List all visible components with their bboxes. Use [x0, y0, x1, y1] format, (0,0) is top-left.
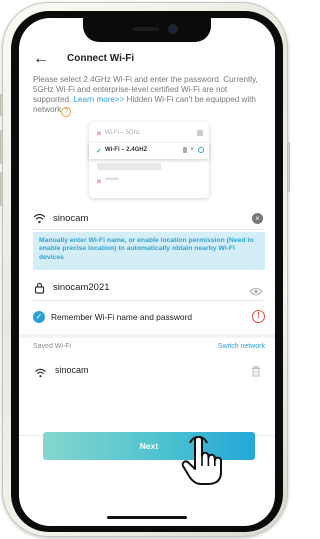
notch [83, 18, 211, 42]
placeholder-bar [97, 163, 161, 170]
password-value[interactable]: sinocam2021 [53, 282, 110, 293]
remember-label[interactable]: Remember Wi-Fi name and password [51, 312, 192, 322]
lock-icon [34, 282, 45, 294]
volume-up-button [0, 130, 3, 164]
lock-icon [183, 147, 187, 153]
wifi-icon [34, 365, 47, 383]
wifi-selection-illustration: ✕ Wi-Fi – 5Ghz ✓ Wi-Fi – 2.4GHZ ▼ ✕ ****… [89, 122, 209, 198]
arrow-left-icon[interactable]: ← [33, 51, 49, 67]
info-icon [198, 147, 204, 153]
page-title: Connect Wi-Fi [67, 53, 135, 64]
grid-icon [197, 130, 203, 136]
illustration-row-label: ****** [105, 178, 120, 184]
wifi-name-value[interactable]: sinocam [53, 213, 88, 224]
illustration-row-hidden: ✕ ****** [89, 174, 209, 190]
volume-down-button [0, 172, 3, 206]
cross-icon: ✕ [96, 131, 102, 138]
eye-icon[interactable] [249, 283, 263, 301]
location-notice: Manually enter Wi-Fi name, or enable loc… [33, 232, 265, 270]
check-icon[interactable]: ✓ [33, 311, 45, 323]
question-icon[interactable]: ? [61, 107, 72, 117]
section-divider [19, 334, 275, 338]
cross-icon: ✕ [96, 179, 102, 186]
illustration-row-5ghz: ✕ Wi-Fi – 5Ghz [89, 126, 209, 142]
intro-text: Please select 2.4GHz Wi-Fi and enter the… [33, 75, 263, 117]
header-bar: ← Connect Wi-Fi [19, 48, 275, 72]
password-underline [33, 300, 263, 301]
wifi-name-field[interactable]: sinocam × [33, 213, 263, 227]
app-screen: ← Connect Wi-Fi Please select 2.4GHz Wi-… [19, 18, 275, 526]
learn-more-link[interactable]: Learn more>> [74, 95, 125, 104]
home-indicator [107, 516, 187, 519]
illustration-row-label: Wi-Fi – 5Ghz [105, 130, 141, 136]
wifi-name-underline [33, 229, 263, 230]
warning-icon[interactable]: ! [252, 310, 265, 323]
trash-icon[interactable] [251, 364, 261, 382]
saved-wifi-name: sinocam [55, 365, 89, 375]
phone-frame: ← Connect Wi-Fi Please select 2.4GHz Wi-… [0, 2, 290, 537]
illustration-row-label: Wi-Fi – 2.4GHZ [105, 147, 148, 153]
power-button [287, 142, 290, 192]
next-button[interactable]: Next [43, 432, 255, 460]
mute-switch [0, 94, 3, 116]
clear-icon[interactable]: × [252, 213, 263, 224]
password-field[interactable]: sinocam2021 [33, 282, 263, 296]
check-icon: ✓ [96, 148, 102, 155]
speaker-grille [133, 27, 159, 31]
switch-network-link[interactable]: Switch network [218, 343, 265, 350]
wifi-icon: ▼ [189, 147, 195, 153]
pointer-hand-icon [181, 435, 223, 491]
illustration-row-24ghz: ✓ Wi-Fi – 2.4GHZ ▼ [89, 143, 209, 159]
wifi-icon [33, 213, 46, 224]
saved-wifi-label: Saved Wi-Fi [33, 343, 72, 350]
front-camera [169, 25, 177, 33]
